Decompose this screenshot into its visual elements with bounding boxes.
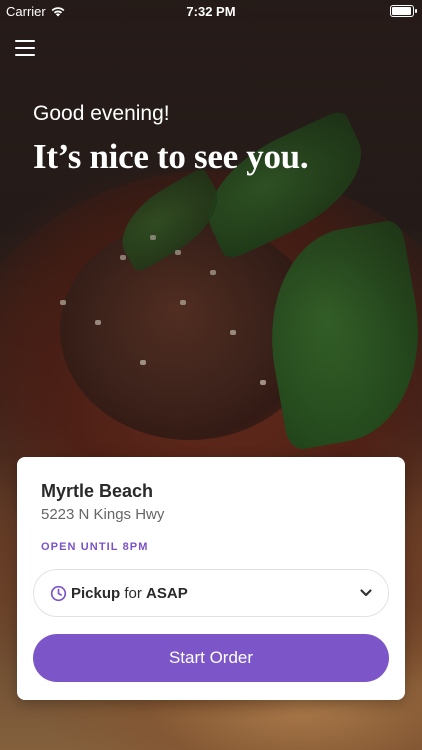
location-address: 5223 N Kings Hwy [41, 506, 165, 523]
battery-icon [390, 5, 417, 17]
greeting-text: Good evening! [33, 102, 170, 125]
order-mode: Pickup [71, 584, 121, 602]
location-name: Myrtle Beach [41, 481, 154, 501]
chevron-down-icon [360, 589, 372, 597]
headline: It’s nice to see you. [33, 137, 309, 176]
menu-icon[interactable] [15, 40, 35, 58]
location-card: Myrtle Beach 5223 N Kings Hwy OPEN UNTIL… [17, 457, 405, 700]
clock-icon [50, 585, 67, 601]
order-connector: for [124, 584, 142, 602]
hours-badge: OPEN UNTIL 8PM [41, 541, 149, 553]
order-type-selector[interactable]: Pickup for ASAP [33, 569, 389, 617]
status-bar: Carrier 7:32 PM [0, 0, 422, 22]
status-time: 7:32 PM [186, 4, 236, 19]
start-order-button[interactable]: Start Order [33, 634, 389, 682]
order-time: ASAP [146, 584, 188, 602]
